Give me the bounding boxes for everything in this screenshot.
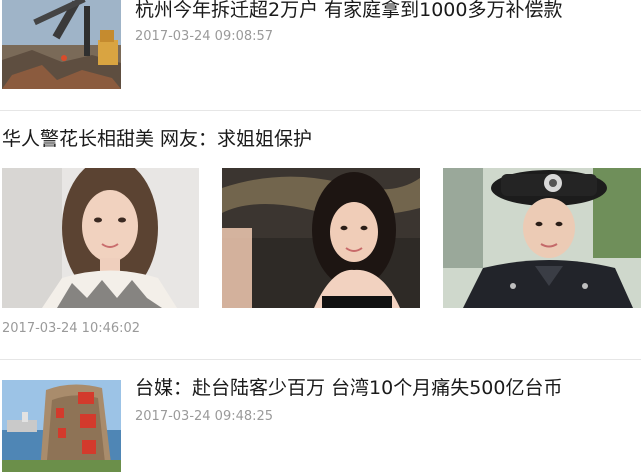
article-image-3[interactable]	[443, 168, 641, 308]
news-item[interactable]: 华人警花长相甜美 网友：求姐姐保护 2017-03-24 10:46:02	[0, 111, 641, 359]
article-thumbnail[interactable]	[2, 380, 121, 472]
article-timestamp: 2017-03-24 09:48:25	[135, 409, 274, 424]
article-thumbnail[interactable]	[2, 0, 121, 89]
article-timestamp: 2017-03-24 10:46:02	[2, 321, 141, 336]
news-item[interactable]: 台媒：赴台陆客少百万 台湾10个月痛失500亿台币 2017-03-24 09:…	[0, 360, 641, 472]
article-title[interactable]: 台媒：赴台陆客少百万 台湾10个月痛失500亿台币	[135, 376, 562, 400]
article-title[interactable]: 华人警花长相甜美 网友：求姐姐保护	[2, 127, 312, 151]
article-title[interactable]: 杭州今年拆迁超2万户 有家庭拿到1000多万补偿款	[135, 0, 562, 22]
news-item[interactable]: 杭州今年拆迁超2万户 有家庭拿到1000多万补偿款 2017-03-24 09:…	[0, 0, 641, 110]
news-feed: 杭州今年拆迁超2万户 有家庭拿到1000多万补偿款 2017-03-24 09:…	[0, 0, 641, 472]
article-image-2[interactable]	[222, 168, 420, 308]
article-timestamp: 2017-03-24 09:08:57	[135, 29, 274, 44]
article-image-1[interactable]	[2, 168, 199, 308]
